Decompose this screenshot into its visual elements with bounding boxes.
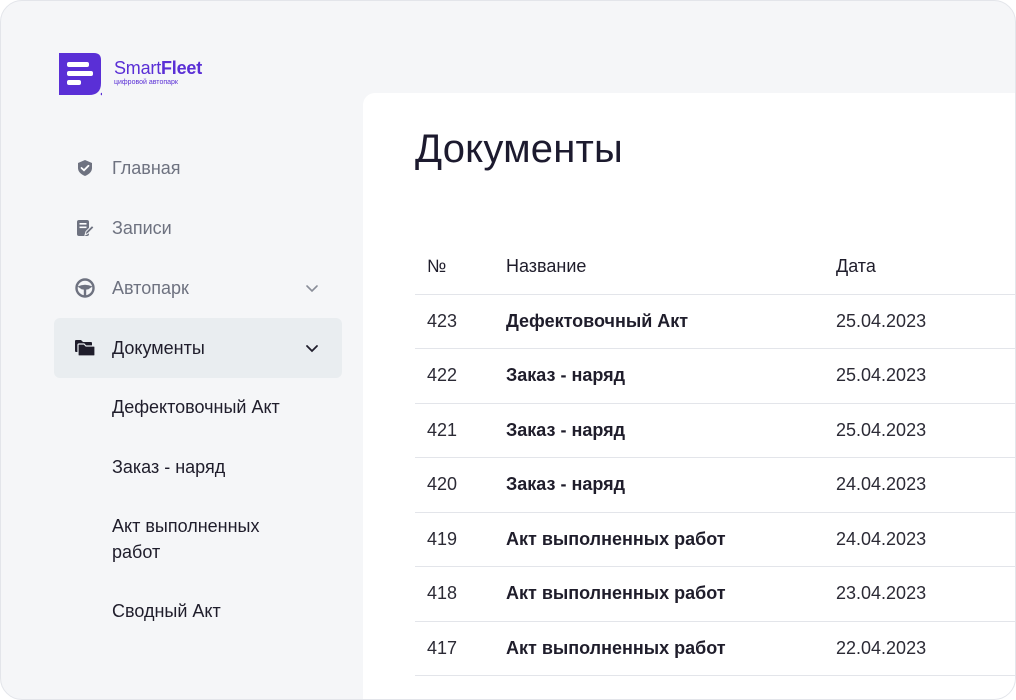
sidebar-item-label: Автопарк bbox=[112, 277, 189, 298]
sidebar-item-records[interactable]: Записи bbox=[54, 198, 342, 258]
row-date: 22.04.2023 bbox=[824, 621, 1015, 676]
sidebar-item-home[interactable]: Главная bbox=[54, 138, 342, 198]
brand-logo[interactable]: SmartFleet цифровой автопарк bbox=[58, 53, 202, 97]
app-window: SmartFleet цифровой автопарк Главная Зап… bbox=[0, 0, 1016, 700]
row-date: 25.04.2023 bbox=[824, 294, 1015, 349]
row-date: 23.04.2023 bbox=[824, 566, 1015, 622]
sidebar-item-label: Главная bbox=[112, 157, 181, 178]
submenu-defect-act[interactable]: Дефектовочный Акт bbox=[112, 394, 342, 420]
row-name: Заказ - наряд bbox=[494, 457, 824, 513]
row-date: 24.04.2023 bbox=[824, 457, 1015, 513]
smartfleet-logo-icon bbox=[58, 53, 104, 97]
submenu-completed-works-act[interactable]: Акт выполненных работ bbox=[112, 513, 342, 565]
row-date: 25.04.2023 bbox=[824, 403, 1015, 458]
chevron-down-icon[interactable] bbox=[304, 280, 320, 296]
sidebar-item-documents[interactable]: Документы bbox=[54, 318, 342, 378]
row-number: 422 bbox=[415, 348, 494, 404]
row-number: 420 bbox=[415, 457, 494, 513]
table-row[interactable]: 420 Заказ - наряд 24.04.2023 bbox=[415, 457, 1015, 513]
table-row[interactable]: 417 Акт выполненных работ 22.04.2023 bbox=[415, 621, 1015, 676]
row-name: Акт выполненных работ bbox=[494, 512, 824, 567]
main-panel: Документы № Название Дата 423 Дефектовоч… bbox=[363, 93, 1015, 699]
table-header-row: № Название Дата bbox=[415, 240, 1015, 295]
table-row[interactable]: 421 Заказ - наряд 25.04.2023 bbox=[415, 403, 1015, 458]
row-number: 417 bbox=[415, 621, 494, 676]
row-name: Акт выполненных работ bbox=[494, 621, 824, 676]
row-number: 423 bbox=[415, 294, 494, 349]
brand-tagline: цифровой автопарк bbox=[114, 79, 178, 86]
column-header-date[interactable]: Дата bbox=[824, 240, 1015, 295]
table-row[interactable]: 422 Заказ - наряд 25.04.2023 bbox=[415, 348, 1015, 404]
edit-document-icon bbox=[74, 217, 96, 239]
row-number: 418 bbox=[415, 566, 494, 622]
table-row[interactable]: 419 Акт выполненных работ 24.04.2023 bbox=[415, 512, 1015, 567]
steering-wheel-icon bbox=[74, 277, 96, 299]
row-number: 419 bbox=[415, 512, 494, 567]
row-name: Заказ - наряд bbox=[494, 403, 824, 458]
row-name: Акт выполненных работ bbox=[494, 566, 824, 622]
documents-table: № Название Дата 423 Дефектовочный Акт 25… bbox=[415, 240, 1015, 676]
folder-icon bbox=[74, 337, 96, 359]
brand-name: SmartFleet bbox=[114, 58, 203, 78]
row-number: 421 bbox=[415, 403, 494, 458]
row-date: 24.04.2023 bbox=[824, 512, 1015, 567]
sidebar-item-label: Записи bbox=[112, 217, 172, 238]
row-name: Дефектовочный Акт bbox=[494, 294, 824, 349]
column-header-name[interactable]: Название bbox=[494, 240, 824, 295]
documents-submenu: Дефектовочный Акт Заказ - наряд Акт выпо… bbox=[54, 394, 342, 624]
submenu-work-order[interactable]: Заказ - наряд bbox=[112, 454, 342, 480]
sidebar-item-label: Документы bbox=[112, 337, 205, 358]
table-row[interactable]: 418 Акт выполненных работ 23.04.2023 bbox=[415, 566, 1015, 622]
row-name: Заказ - наряд bbox=[494, 348, 824, 404]
row-date: 25.04.2023 bbox=[824, 348, 1015, 404]
shield-check-icon bbox=[74, 157, 96, 179]
sidebar-item-fleet[interactable]: Автопарк bbox=[54, 258, 342, 318]
table-row[interactable]: 423 Дефектовочный Акт 25.04.2023 bbox=[415, 294, 1015, 349]
column-header-number[interactable]: № bbox=[415, 240, 494, 295]
page-title: Документы bbox=[415, 127, 623, 171]
chevron-down-icon[interactable] bbox=[304, 340, 320, 356]
sidebar-nav: Главная Записи Автопарк Документы Дефект… bbox=[54, 138, 342, 624]
submenu-summary-act[interactable]: Сводный Акт bbox=[112, 598, 342, 624]
